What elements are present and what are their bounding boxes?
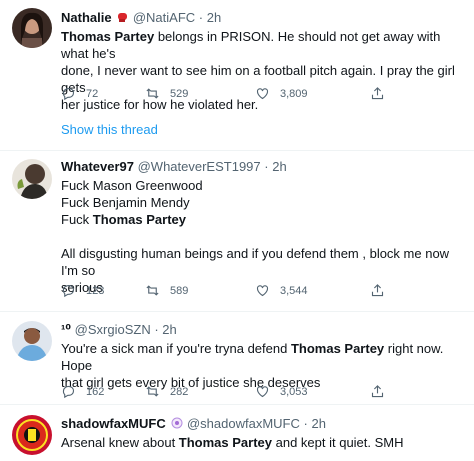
share-icon xyxy=(371,385,384,398)
retweet-count: 589 xyxy=(170,285,189,297)
like-button[interactable]: 3,544 xyxy=(255,283,370,298)
tweet[interactable]: Whatever97 @WhateverEST1997 · 2h Fuck Ma… xyxy=(0,151,474,312)
tweet[interactable]: Nathalie @NatiAFC · 2h Thomas Partey bel… xyxy=(0,0,474,151)
retweet-icon xyxy=(146,285,159,296)
retweet-count: 282 xyxy=(170,386,189,398)
tweet-header: Nathalie @NatiAFC · 2h xyxy=(61,9,464,26)
user-handle[interactable]: @WhateverEST1997 xyxy=(138,159,261,174)
separator-dot: · xyxy=(264,159,269,174)
action-bar: 123 589 3,544 xyxy=(61,283,454,298)
share-button[interactable] xyxy=(370,384,395,399)
reply-count: 123 xyxy=(86,285,105,297)
display-name[interactable]: ¹⁰ xyxy=(61,322,71,337)
retweet-button[interactable]: 529 xyxy=(145,86,255,101)
user-handle[interactable]: @shadowfaxMUFC xyxy=(187,416,300,431)
retweet-count: 529 xyxy=(170,88,189,100)
mention-highlight: Thomas Partey xyxy=(61,29,155,44)
separator-dot: · xyxy=(303,416,308,431)
text-segment: You're a sick man if you're tryna defend xyxy=(61,341,291,356)
text-line: Fuck Mason Greenwood xyxy=(61,178,203,193)
reply-count: 72 xyxy=(86,88,99,100)
avatar[interactable] xyxy=(12,415,52,455)
heart-icon xyxy=(256,285,269,297)
mention-highlight: Thomas Partey xyxy=(178,435,272,450)
user-handle[interactable]: @NatiAFC xyxy=(133,10,195,25)
tweet-text: Arsenal knew about Thomas Partey and kep… xyxy=(61,434,464,451)
timestamp[interactable]: 2h xyxy=(311,416,325,431)
reply-icon xyxy=(62,87,75,101)
reply-button[interactable]: 72 xyxy=(61,86,145,101)
display-name[interactable]: shadowfaxMUFC xyxy=(61,416,166,431)
reply-icon xyxy=(62,284,75,298)
share-icon xyxy=(371,87,384,100)
mention-highlight: Thomas Partey xyxy=(92,212,186,227)
like-count: 3,053 xyxy=(280,386,308,398)
avatar[interactable] xyxy=(12,8,52,48)
share-button[interactable] xyxy=(370,283,395,298)
tweet-text: Fuck Mason Greenwood Fuck Benjamin Mendy… xyxy=(61,177,464,296)
reply-button[interactable]: 162 xyxy=(61,384,145,399)
share-button[interactable] xyxy=(370,86,395,101)
retweet-icon xyxy=(146,386,159,397)
like-count: 3,544 xyxy=(280,285,308,297)
action-bar: 72 529 3,809 xyxy=(61,86,454,101)
avatar[interactable] xyxy=(12,159,52,199)
separator-dot: · xyxy=(198,10,204,25)
avatar[interactable] xyxy=(12,321,52,361)
timeline-feed: Nathalie @NatiAFC · 2h Thomas Partey bel… xyxy=(0,0,474,461)
reply-icon xyxy=(62,385,75,399)
timestamp[interactable]: 2h xyxy=(162,322,176,337)
mention-highlight: Thomas Partey xyxy=(290,341,385,356)
display-name[interactable]: Nathalie xyxy=(61,10,112,25)
like-count: 3,809 xyxy=(280,88,308,100)
reply-button[interactable]: 123 xyxy=(61,283,145,298)
action-bar: 162 282 3,053 xyxy=(61,384,454,399)
text-segment: Arsenal knew about xyxy=(61,435,179,450)
like-button[interactable]: 3,809 xyxy=(255,86,370,101)
show-thread-link[interactable]: Show this thread xyxy=(61,122,158,137)
timestamp[interactable]: 2h xyxy=(272,159,286,174)
text-line: Fuck Benjamin Mendy xyxy=(61,195,190,210)
text-segment: and kept it quiet. SMH xyxy=(272,435,404,450)
text-line: All disgusting human beings and if you d… xyxy=(61,246,450,278)
like-button[interactable]: 3,053 xyxy=(255,384,370,399)
share-icon xyxy=(371,284,384,297)
verified-icon xyxy=(169,416,187,431)
tweet-header: shadowfaxMUFC @shadowfaxMUFC · 2h xyxy=(61,415,464,432)
tweet[interactable]: shadowfaxMUFC @shadowfaxMUFC · 2h Arsena… xyxy=(0,405,474,461)
heart-icon xyxy=(256,88,269,100)
tweet-header: Whatever97 @WhateverEST1997 · 2h xyxy=(61,158,464,175)
retweet-button[interactable]: 589 xyxy=(145,283,255,298)
user-handle[interactable]: @SxrgioSZN xyxy=(75,322,151,337)
reply-count: 162 xyxy=(86,386,105,398)
display-name[interactable]: Whatever97 xyxy=(61,159,134,174)
tweet-header: ¹⁰ @SxrgioSZN · 2h xyxy=(61,321,464,338)
text-segment: Fuck xyxy=(61,212,93,227)
timestamp[interactable]: 2h xyxy=(207,10,221,25)
tweet[interactable]: ¹⁰ @SxrgioSZN · 2h You're a sick man if … xyxy=(0,312,474,405)
boxing-glove-icon xyxy=(115,10,133,25)
retweet-button[interactable]: 282 xyxy=(145,384,255,399)
heart-icon xyxy=(256,386,269,398)
retweet-icon xyxy=(146,88,159,99)
separator-dot: · xyxy=(154,322,159,337)
